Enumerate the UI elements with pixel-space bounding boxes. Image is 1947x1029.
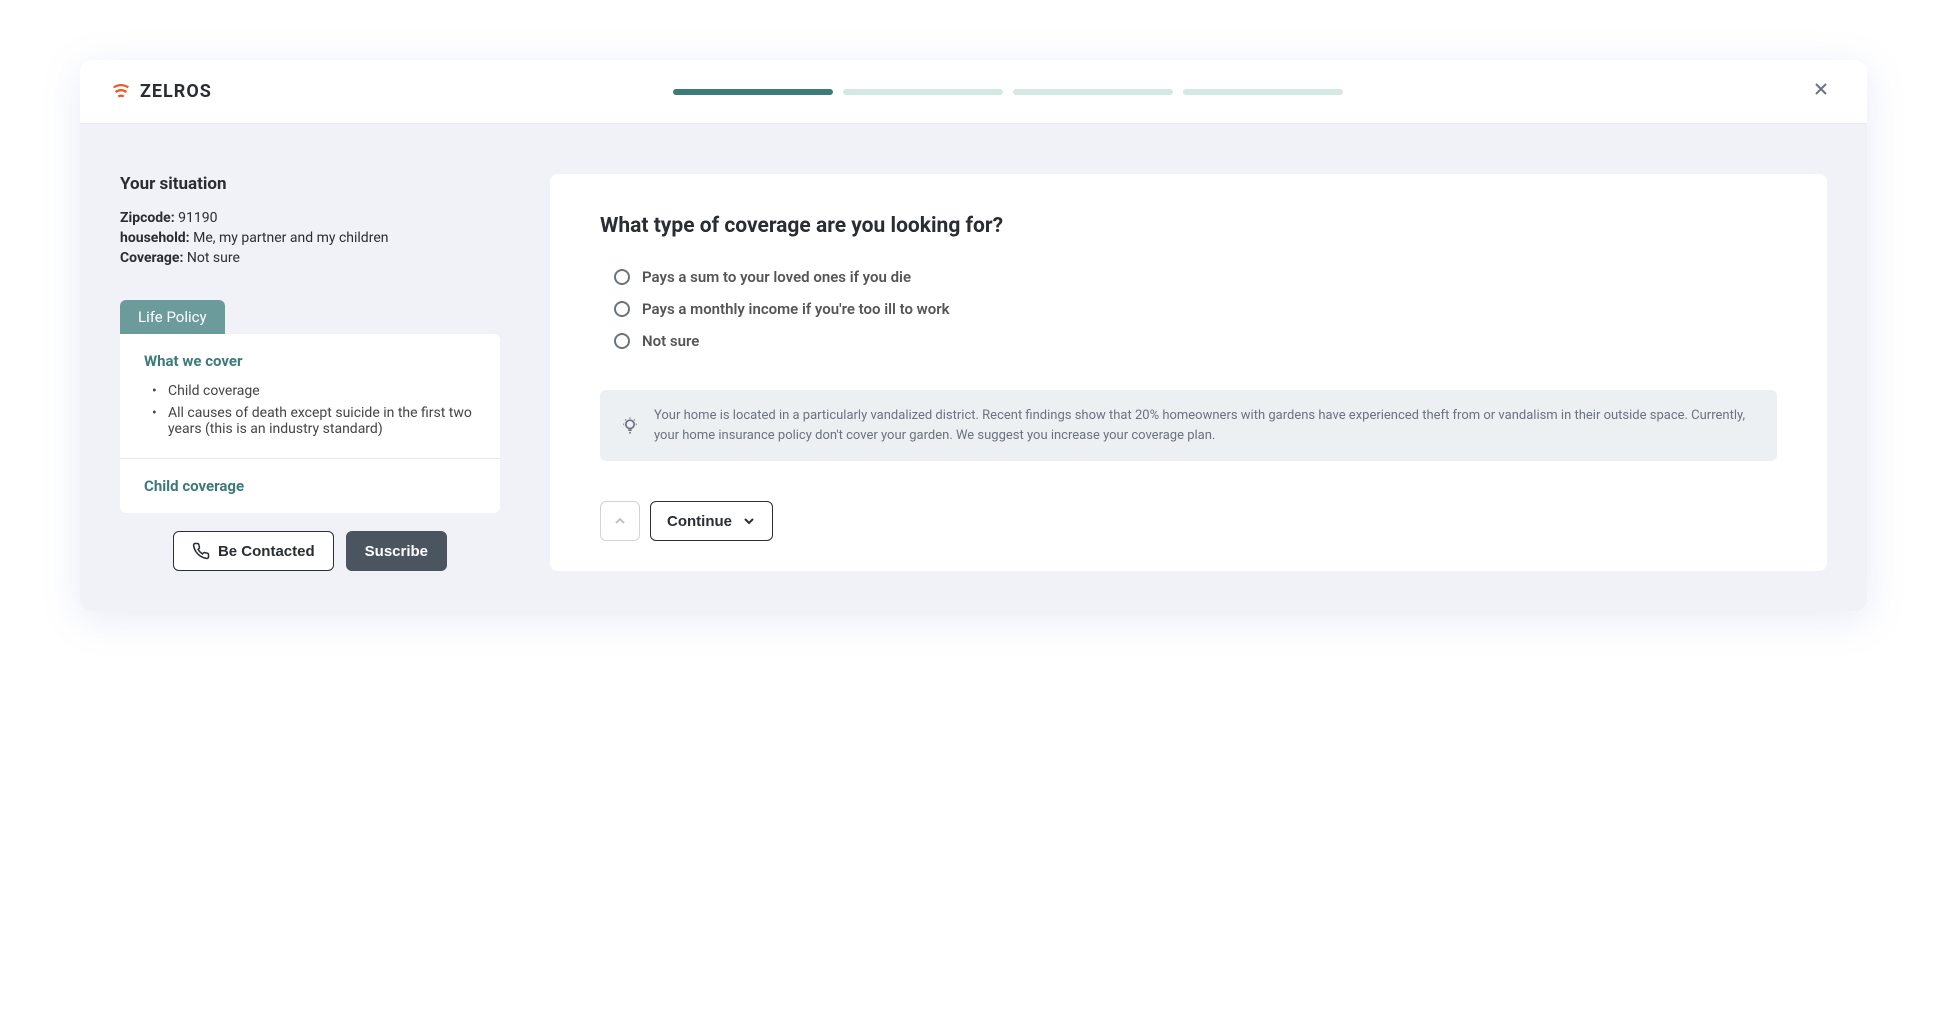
chevron-up-icon: [613, 514, 627, 528]
button-label: Be Contacted: [218, 543, 315, 560]
continue-button[interactable]: Continue: [650, 501, 773, 541]
close-icon: [1813, 81, 1829, 97]
zelros-icon: [110, 81, 132, 103]
main-panel: What type of coverage are you looking fo…: [550, 174, 1827, 571]
sidebar: Your situation Zipcode: 91190 household:…: [120, 174, 500, 571]
policy-heading: What we cover: [144, 352, 476, 370]
progress-steps: [658, 89, 1358, 95]
situation-title: Your situation: [120, 174, 500, 194]
radio-option-death[interactable]: Pays a sum to your loved ones if you die: [614, 268, 1777, 286]
brand-logo: ZELROS: [110, 81, 212, 103]
progress-step-2: [843, 89, 1003, 95]
policy-card: What we cover Child coverage All causes …: [120, 334, 500, 513]
question-title: What type of coverage are you looking fo…: [600, 214, 1777, 238]
situation-info: Zipcode: 91190 household: Me, my partner…: [120, 210, 500, 266]
radio-label: Pays a monthly income if you're too ill …: [642, 300, 950, 318]
app-container: ZELROS Your situation Zipcode: 91190 hou…: [80, 60, 1867, 611]
info-label: Zipcode:: [120, 210, 175, 226]
radio-label: Not sure: [642, 332, 699, 350]
info-value: Not sure: [187, 250, 240, 266]
chevron-down-icon: [742, 514, 756, 528]
subscribe-button[interactable]: Suscribe: [346, 531, 447, 571]
progress-step-4: [1183, 89, 1343, 95]
content: Your situation Zipcode: 91190 household:…: [80, 124, 1867, 611]
info-label: household:: [120, 230, 190, 246]
info-household: household: Me, my partner and my childre…: [120, 230, 500, 246]
close-button[interactable]: [1805, 76, 1837, 107]
info-label: Coverage:: [120, 250, 183, 266]
main-actions: Continue: [600, 501, 1777, 541]
policy-section-cover: What we cover Child coverage All causes …: [120, 334, 500, 458]
info-coverage: Coverage: Not sure: [120, 250, 500, 266]
radio-icon: [614, 301, 630, 317]
policy-section-child[interactable]: Child coverage: [120, 458, 500, 513]
radio-option-notsure[interactable]: Not sure: [614, 332, 1777, 350]
button-label: Continue: [667, 513, 732, 530]
policy-list: Child coverage All causes of death excep…: [144, 380, 476, 440]
info-zipcode: Zipcode: 91190: [120, 210, 500, 226]
radio-icon: [614, 269, 630, 285]
header: ZELROS: [80, 60, 1867, 124]
lightbulb-icon: [620, 416, 640, 436]
progress-step-1: [673, 89, 833, 95]
radio-icon: [614, 333, 630, 349]
info-value: Me, my partner and my children: [193, 230, 388, 246]
progress-step-3: [1013, 89, 1173, 95]
policy-tab[interactable]: Life Policy: [120, 300, 225, 334]
policy-heading: Child coverage: [144, 477, 476, 495]
list-item: Child coverage: [152, 380, 476, 402]
tip-text: Your home is located in a particularly v…: [654, 406, 1757, 445]
phone-icon: [192, 542, 210, 560]
brand-name: ZELROS: [140, 81, 212, 102]
radio-option-income[interactable]: Pays a monthly income if you're too ill …: [614, 300, 1777, 318]
info-value: 91190: [178, 210, 217, 226]
list-item: All causes of death except suicide in th…: [152, 402, 476, 440]
coverage-options: Pays a sum to your loved ones if you die…: [600, 268, 1777, 350]
be-contacted-button[interactable]: Be Contacted: [173, 531, 334, 571]
tip-box: Your home is located in a particularly v…: [600, 390, 1777, 461]
sidebar-actions: Be Contacted Suscribe: [120, 531, 500, 571]
collapse-button[interactable]: [600, 501, 640, 541]
radio-label: Pays a sum to your loved ones if you die: [642, 268, 911, 286]
button-label: Suscribe: [365, 543, 428, 560]
